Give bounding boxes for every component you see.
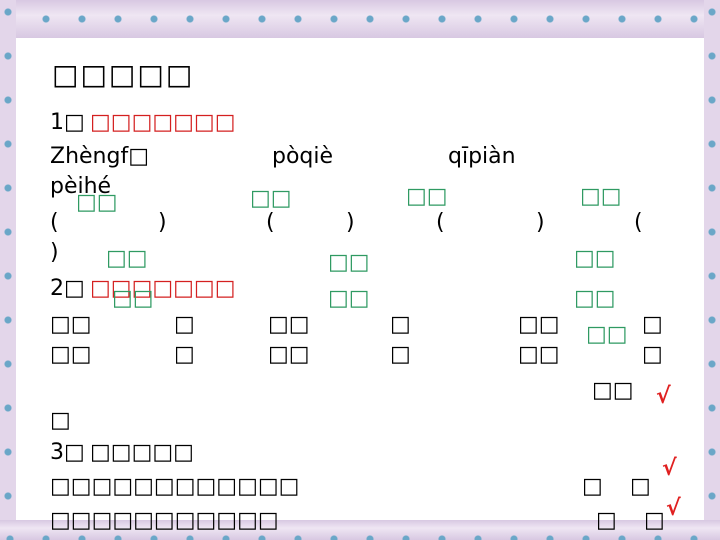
q2-r2-c6: □	[642, 342, 663, 367]
q2-r1-c2: □	[174, 312, 195, 337]
pinyin-1: Zhèngf□	[50, 144, 149, 169]
decorative-left-border	[0, 0, 16, 540]
q1-answer-7: □□	[574, 246, 616, 271]
q3-statement-2: □□□□□□□□□□□	[50, 508, 279, 533]
paren-close-1: )	[158, 210, 167, 235]
q1-prompt: □□□□□□□	[90, 110, 236, 135]
decorative-right-border	[704, 0, 720, 540]
q2-r1-c6: □	[642, 312, 663, 337]
paren-close-3: )	[536, 210, 545, 235]
q3-mark-2a: □	[596, 508, 617, 533]
q2-r2-c3: □□	[268, 342, 310, 367]
q2-r2-c4: □	[390, 342, 411, 367]
decorative-top-border	[0, 0, 720, 38]
paren-open-2: (	[266, 210, 275, 235]
q1-answer-3: □□	[406, 184, 448, 209]
q2-answer-4: □□	[586, 322, 628, 347]
q2-extra: □□	[592, 378, 634, 403]
q3-number: 3□	[50, 440, 85, 465]
q2-answer-2: □□	[328, 286, 370, 311]
q2-answer-1: □□	[112, 286, 154, 311]
q1-answer-2: □□	[250, 186, 292, 211]
q2-r2-c5: □□	[518, 342, 560, 367]
q2-r1-c4: □	[390, 312, 411, 337]
q2-tail: □	[50, 408, 71, 433]
q2-r2-c1: □□	[50, 342, 92, 367]
q1-answer-1: □□	[76, 190, 118, 215]
q2-number: 2□	[50, 276, 85, 301]
checkmark-2: √	[662, 456, 677, 481]
q2-answer-3: □□	[574, 286, 616, 311]
q1-answer-5: □□	[106, 246, 148, 271]
paren-close-2: )	[346, 210, 355, 235]
checkmark-3: √	[666, 496, 681, 521]
q3-prompt: □□□□□	[90, 440, 194, 465]
slide-title: □□□□□	[52, 58, 195, 91]
q3-statement-1: □□□□□□□□□□□□	[50, 474, 300, 499]
q1-number: 1□	[50, 110, 85, 135]
q2-r1-c3: □□	[268, 312, 310, 337]
paren-open-4: (	[634, 210, 643, 235]
checkmark-1: √	[656, 384, 671, 409]
q2-r1-c5: □□	[518, 312, 560, 337]
q3-mark-1a: □	[582, 474, 603, 499]
q2-r2-c2: □	[174, 342, 195, 367]
q1-answer-6: □□	[328, 250, 370, 275]
paren-close-4: )	[50, 240, 59, 265]
q3-mark-2b: □	[644, 508, 665, 533]
pinyin-3: qīpiàn	[448, 144, 516, 169]
q2-r1-c1: □□	[50, 312, 92, 337]
q3-mark-1b: □	[630, 474, 651, 499]
q1-answer-4: □□	[580, 184, 622, 209]
paren-open-3: (	[436, 210, 445, 235]
paren-open-1: (	[50, 210, 59, 235]
pinyin-2: pòqiè	[272, 144, 334, 169]
